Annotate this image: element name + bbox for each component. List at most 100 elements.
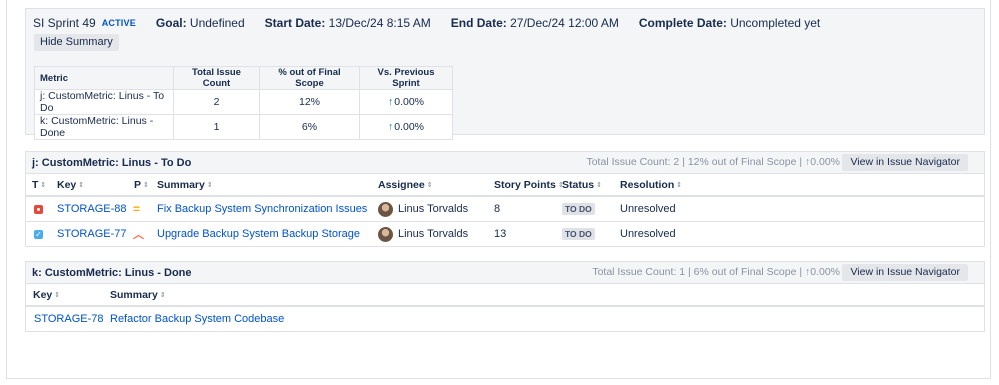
arrow-up-icon: ↑: [387, 121, 394, 133]
col-resolution-label: Resolution: [620, 178, 675, 191]
start-date-label: Start Date:: [264, 16, 326, 30]
issue-story-points: 8: [494, 203, 501, 215]
status-badge: TO DO: [562, 203, 595, 215]
metrics-col-percent: % out of Final Scope: [259, 66, 360, 90]
report-container: SI Sprint 49 ACTIVE Goal: Undefined Star…: [6, 0, 991, 379]
section-done-title: k: CustomMetric: Linus - Done: [32, 266, 192, 279]
col-status[interactable]: Status ⇕: [562, 174, 602, 195]
sort-icon: ⇕: [40, 181, 47, 189]
col-resolution[interactable]: Resolution ⇕: [620, 174, 682, 195]
arrow-up-icon: ↑: [387, 96, 394, 108]
issue-status: TO DO: [562, 197, 595, 221]
col-summary[interactable]: Summary ⇕: [110, 284, 166, 305]
issue-resolution: Unresolved: [620, 203, 676, 215]
goal-label: Goal:: [155, 16, 187, 30]
issue-key-link[interactable]: STORAGE-77: [57, 228, 127, 240]
goal-value: Undefined: [189, 16, 245, 30]
issue-story-points: 13: [494, 228, 507, 240]
section-done-stats-delta: 0.00%: [810, 266, 840, 278]
col-priority-label: P: [134, 178, 142, 191]
issue-status: TO DO: [562, 222, 595, 246]
section-todo: j: CustomMetric: Linus - To Do Total Iss…: [25, 151, 985, 247]
table-row: STORAGE-78 Refactor Backup System Codeba…: [26, 307, 984, 331]
issue-summary: Upgrade Backup System Backup Storage: [157, 222, 360, 246]
sprint-complete-date: Complete Date: Uncompleted yet: [639, 16, 820, 30]
col-assignee-label: Assignee: [378, 178, 425, 191]
sort-icon: ⇕: [676, 181, 683, 189]
complete-date-value: Uncompleted yet: [730, 16, 821, 30]
sort-icon: ⇕: [143, 181, 149, 189]
section-todo-title: j: CustomMetric: Linus - To Do: [32, 156, 192, 169]
metrics-col-vs-prev: Vs. Previous Sprint: [359, 66, 453, 90]
sort-icon: ⇕: [78, 181, 85, 189]
table-header-row: Key ⇕ Summary ⇕: [26, 284, 984, 307]
metrics-col-count: Total Issue Count: [173, 66, 260, 90]
sort-icon: ⇕: [206, 181, 213, 189]
col-key[interactable]: Key ⇕: [33, 284, 60, 305]
issue-summary: Refactor Backup System Codebase: [110, 307, 284, 331]
issue-summary-link[interactable]: Refactor Backup System Codebase: [110, 313, 284, 325]
sprint-header: SI Sprint 49 ACTIVE Goal: Undefined Star…: [33, 15, 820, 31]
metric-name: k: CustomMetric: Linus - Done: [34, 114, 174, 140]
col-story-points[interactable]: Story Points ⇕: [494, 174, 564, 195]
col-status-label: Status: [562, 178, 595, 191]
sort-icon: ⇕: [159, 291, 166, 299]
metric-percent: 6%: [259, 114, 360, 140]
metric-vs-prev-value: 0.00%: [394, 96, 425, 108]
col-key-label: Key: [33, 288, 53, 301]
issue-priority: ︿: [133, 222, 144, 246]
issue-summary: Fix Backup System Synchronization Issues: [157, 197, 367, 221]
col-summary-label: Summary: [157, 178, 205, 191]
high-priority-icon: ︿: [133, 229, 144, 241]
table-row: STORAGE-88 = Fix Backup System Synchroni…: [26, 197, 984, 222]
section-done-stats-text: Total Issue Count: 1 | 6% out of Final S…: [592, 266, 805, 278]
metric-count: 2: [173, 89, 260, 115]
section-done-header: k: CustomMetric: Linus - Done Total Issu…: [26, 262, 984, 284]
col-story-points-label: Story Points: [494, 178, 556, 191]
col-key-label: Key: [57, 178, 77, 191]
sprint-goal: Goal: Undefined: [156, 16, 245, 30]
sprint-name: SI Sprint 49: [33, 16, 96, 30]
view-in-issue-navigator-button[interactable]: View in Issue Navigator: [842, 154, 968, 171]
issue-key: STORAGE-78: [34, 307, 104, 331]
col-priority[interactable]: P ⇕: [134, 174, 149, 195]
col-summary[interactable]: Summary ⇕: [157, 174, 213, 195]
col-summary-label: Summary: [110, 288, 158, 301]
issue-priority: =: [133, 197, 140, 221]
sprint-summary-panel: SI Sprint 49 ACTIVE Goal: Undefined Star…: [25, 8, 985, 140]
metric-name: j: CustomMetric: Linus - To Do: [34, 89, 174, 115]
sort-icon: ⇕: [54, 291, 61, 299]
view-in-issue-navigator-button[interactable]: View in Issue Navigator: [842, 264, 968, 281]
hide-summary-button[interactable]: Hide Summary: [34, 34, 119, 51]
metrics-header-row: Metric Total Issue Count % out of Final …: [34, 66, 453, 90]
col-type-label: T: [32, 178, 39, 191]
medium-priority-icon: =: [133, 202, 141, 216]
metric-vs-prev: ↑0.00%: [359, 114, 453, 140]
sort-icon: ⇕: [596, 181, 602, 189]
task-icon: ✓: [34, 229, 43, 239]
sprint-state-badge: ACTIVE: [101, 18, 136, 28]
status-badge: TO DO: [562, 228, 595, 240]
col-assignee[interactable]: Assignee ⇕: [378, 174, 433, 195]
issue-key: STORAGE-77: [57, 222, 127, 246]
issue-key-link[interactable]: STORAGE-78: [34, 313, 104, 325]
metrics-row: j: CustomMetric: Linus - To Do 2 12% ↑0.…: [34, 89, 453, 115]
end-date-label: End Date:: [450, 16, 507, 30]
section-todo-stats-text: Total Issue Count: 2 | 12% out of Final …: [586, 156, 805, 168]
col-type[interactable]: T ⇕: [32, 174, 46, 195]
section-todo-header: j: CustomMetric: Linus - To Do Total Iss…: [26, 152, 984, 174]
section-todo-stats-delta: 0.00%: [810, 156, 840, 168]
metric-count: 1: [173, 114, 260, 140]
end-date-value: 27/Dec/24 12:00 AM: [510, 16, 619, 30]
issue-type: [34, 197, 43, 221]
issue-summary-link[interactable]: Fix Backup System Synchronization Issues: [157, 203, 367, 215]
bug-icon: [34, 204, 43, 214]
avatar: [378, 201, 393, 217]
section-todo-stats: Total Issue Count: 2 | 12% out of Final …: [586, 156, 840, 168]
issue-key-link[interactable]: STORAGE-88: [57, 203, 127, 215]
col-key[interactable]: Key ⇕: [57, 174, 84, 195]
sprint-start-date: Start Date: 13/Dec/24 8:15 AM: [265, 16, 431, 30]
assignee-name: Linus Torvalds: [398, 228, 469, 240]
issue-summary-link[interactable]: Upgrade Backup System Backup Storage: [157, 228, 360, 240]
table-header-row: T ⇕ Key ⇕ P ⇕ Summary ⇕ Assignee ⇕ Story Poin…: [26, 174, 984, 197]
